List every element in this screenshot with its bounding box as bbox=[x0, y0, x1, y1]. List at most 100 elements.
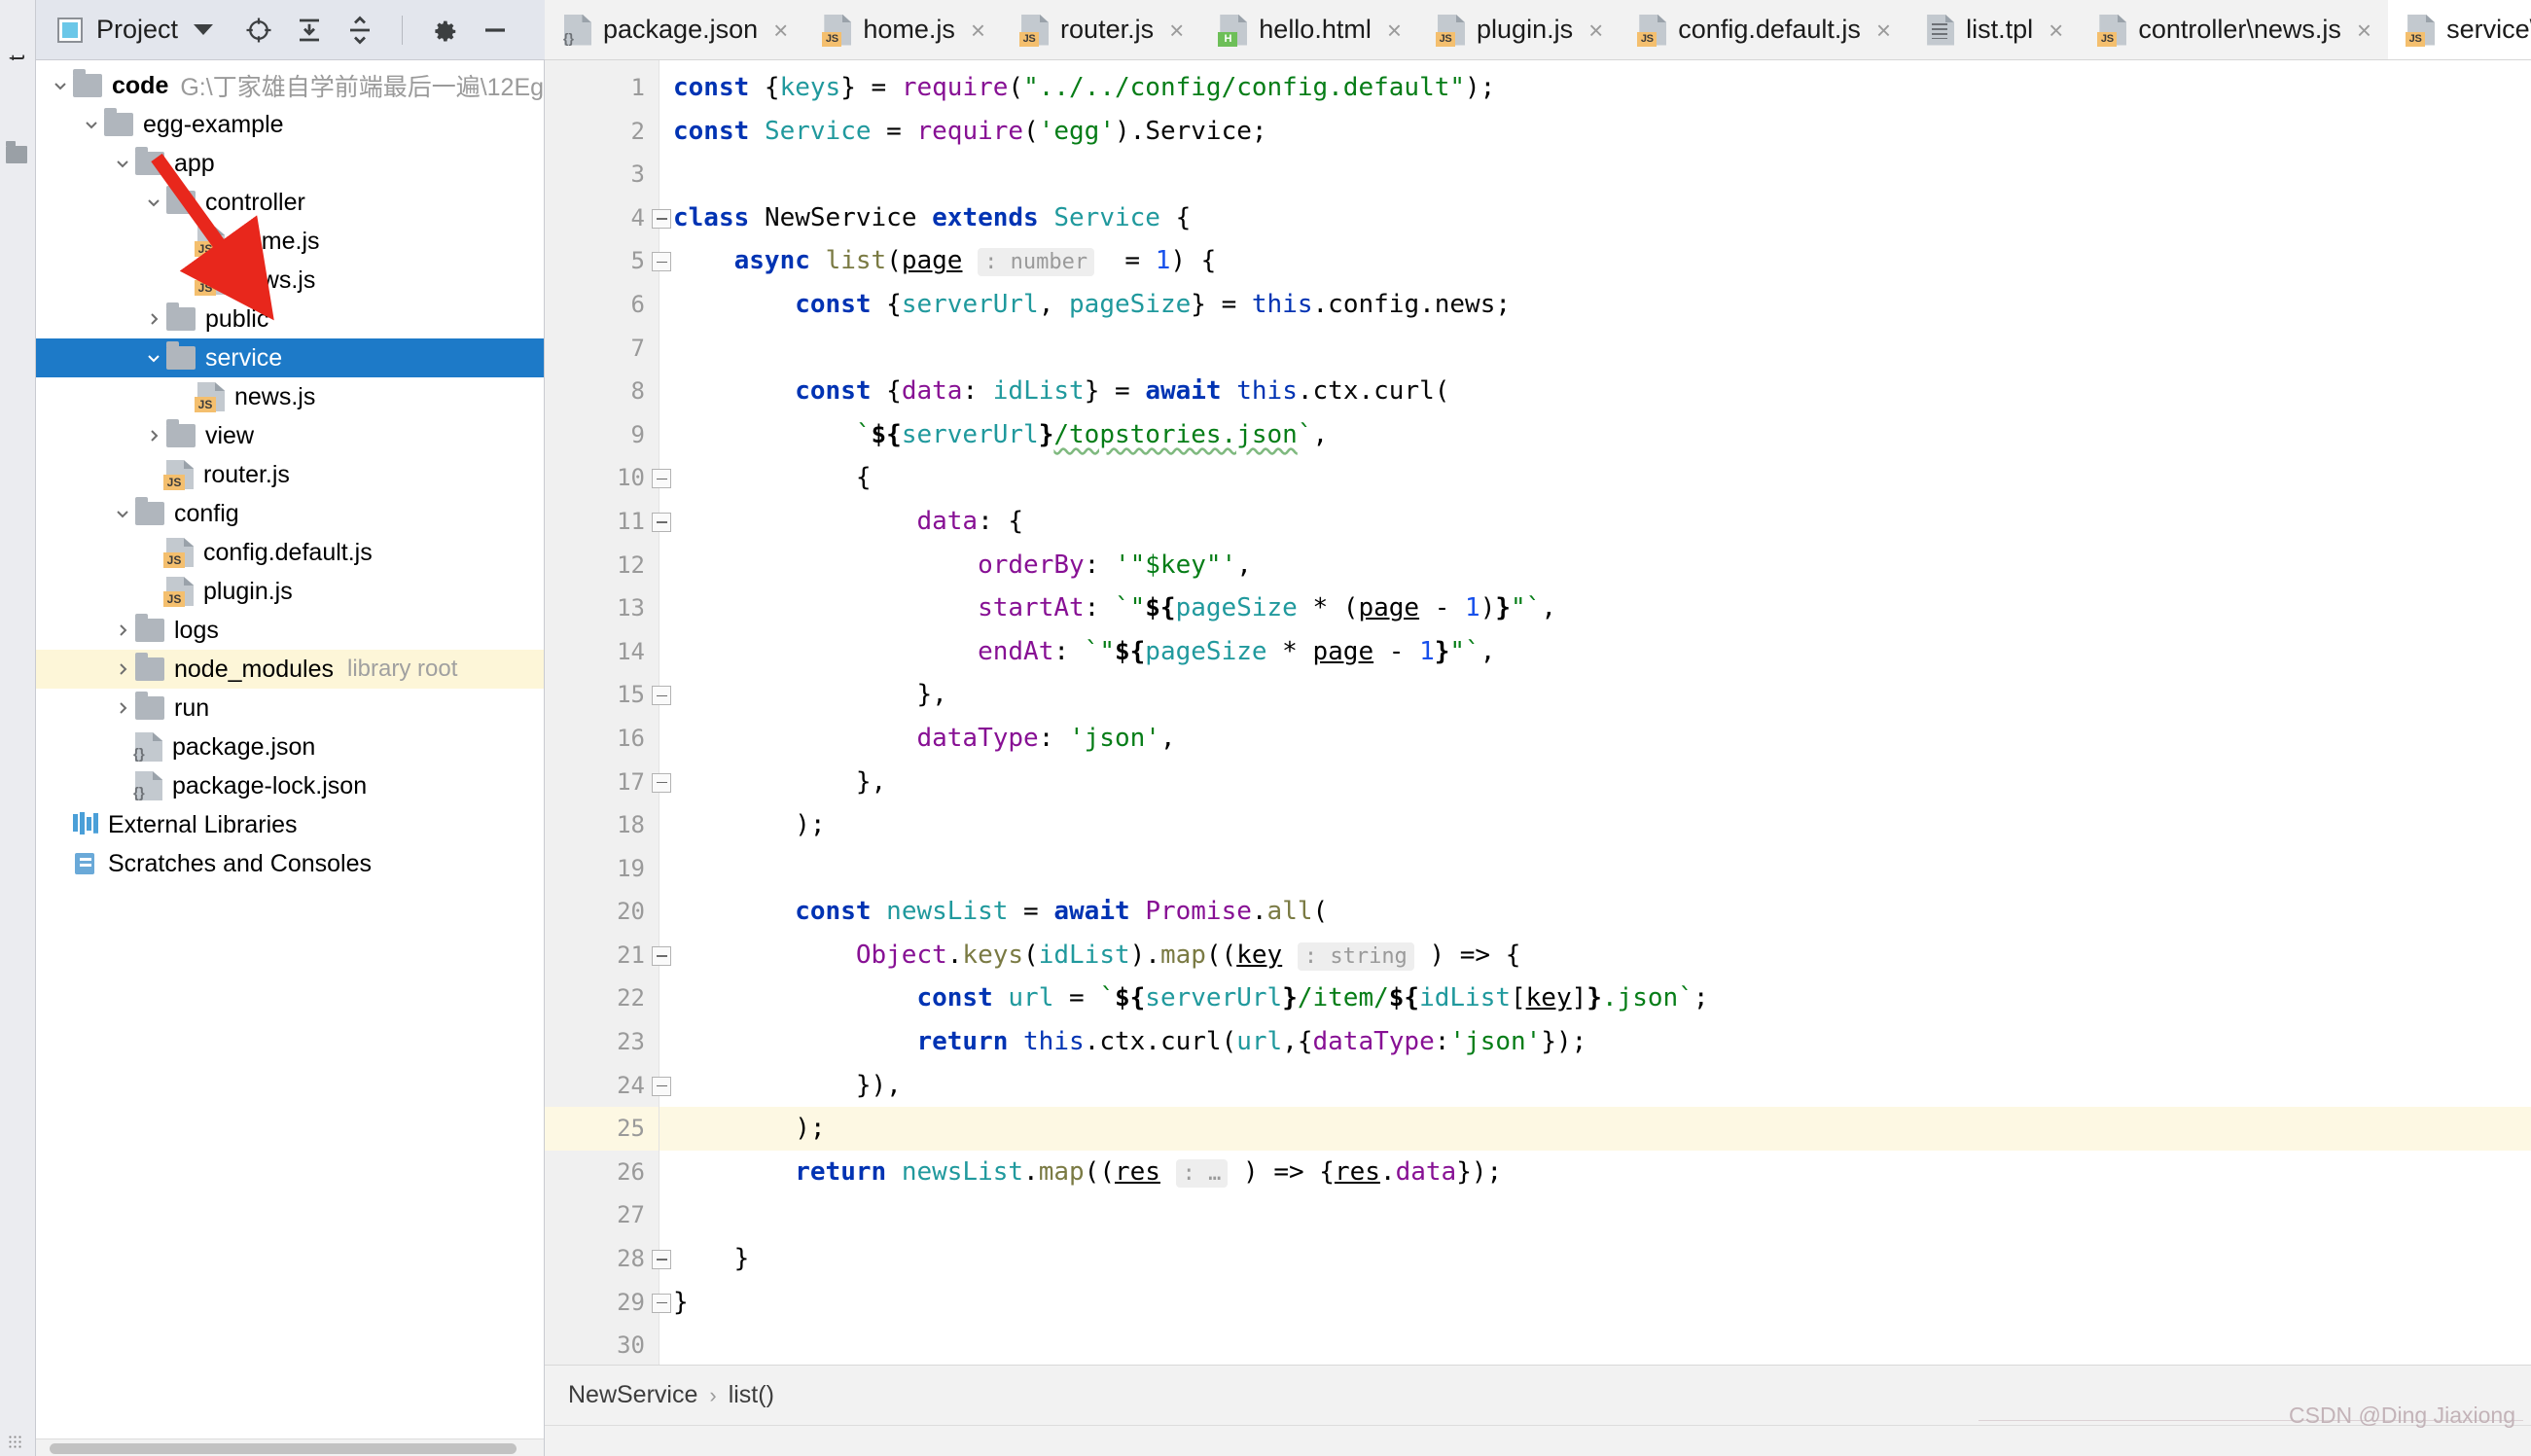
code-line[interactable]: ); bbox=[659, 803, 2531, 847]
tree-item-scratches-and-consoles[interactable]: Scratches and Consoles bbox=[36, 844, 544, 883]
tree-item-app[interactable]: app bbox=[36, 144, 544, 183]
code-line[interactable]: } bbox=[659, 1237, 2531, 1281]
tree-item-package-lock-json[interactable]: {} package-lock.json bbox=[36, 766, 544, 805]
close-icon[interactable]: × bbox=[2357, 18, 2371, 43]
tree-item-news-js[interactable]: JS news.js bbox=[36, 377, 544, 416]
tree-item-label: public bbox=[205, 304, 269, 333]
code-line[interactable]: async list(page : number = 1) { bbox=[659, 239, 2531, 283]
editor-tab[interactable]: JS plugin.js × bbox=[1418, 0, 1620, 59]
locate-icon[interactable] bbox=[244, 16, 273, 45]
code-line[interactable]: return newsList.map((res : … ) => {res.d… bbox=[659, 1151, 2531, 1194]
code-line[interactable]: data: { bbox=[659, 500, 2531, 544]
tree-horizontal-scrollbar[interactable] bbox=[36, 1438, 544, 1456]
tree-item-config-default-js[interactable]: JS config.default.js bbox=[36, 533, 544, 572]
code-line[interactable]: endAt: `"${pageSize * page - 1}"`, bbox=[659, 630, 2531, 674]
project-tree[interactable]: code G:\丁家雄自学前端最后一遍\12Egg egg-example app co… bbox=[36, 60, 545, 1456]
tree-item-label: node_modules bbox=[174, 655, 335, 683]
tree-item-code[interactable]: code G:\丁家雄自学前端最后一遍\12Egg bbox=[36, 66, 544, 105]
code-line[interactable]: const {serverUrl, pageSize} = this.confi… bbox=[659, 283, 2531, 327]
close-icon[interactable]: × bbox=[773, 18, 788, 43]
code-line[interactable] bbox=[659, 1193, 2531, 1237]
chevron-down-icon[interactable] bbox=[79, 115, 104, 134]
editor-tab[interactable]: JS controller\news.js × bbox=[2080, 0, 2388, 59]
tree-item-external-libraries[interactable]: External Libraries bbox=[36, 805, 544, 844]
code-line[interactable]: const {data: idList} = await this.ctx.cu… bbox=[659, 370, 2531, 413]
code-line[interactable]: const Service = require('egg').Service; bbox=[659, 110, 2531, 154]
collapse-all-icon[interactable] bbox=[345, 16, 374, 45]
minimize-icon[interactable] bbox=[481, 16, 510, 45]
tree-item-plugin-js[interactable]: JS plugin.js bbox=[36, 572, 544, 611]
chevron-down-icon[interactable] bbox=[110, 154, 135, 173]
editor-tab[interactable]: {} package.json × bbox=[545, 0, 804, 59]
main-row: Structure code G:\丁家雄自学前端最后一遍\12Egg egg-ex… bbox=[0, 60, 2531, 1456]
code-line[interactable] bbox=[659, 1324, 2531, 1365]
breadcrumb-method[interactable]: list() bbox=[729, 1381, 774, 1409]
close-icon[interactable]: × bbox=[1876, 18, 1891, 43]
chevron-right-icon[interactable] bbox=[141, 426, 166, 445]
code-line[interactable] bbox=[659, 153, 2531, 196]
code-line[interactable]: const {keys} = require("../../config/con… bbox=[659, 66, 2531, 110]
tree-item-public[interactable]: public bbox=[36, 300, 544, 338]
tree-item-run[interactable]: run bbox=[36, 689, 544, 728]
editor-tab[interactable]: JS router.js × bbox=[1002, 0, 1200, 59]
code-line[interactable]: const url = `${serverUrl}/item/${idList[… bbox=[659, 977, 2531, 1020]
code-line[interactable]: const newsList = await Promise.all( bbox=[659, 890, 2531, 934]
tree-item-node-modules[interactable]: node_modules library root bbox=[36, 650, 544, 689]
tool-window-button-structure[interactable]: Structure bbox=[0, 1338, 4, 1429]
code-line[interactable]: startAt: `"${pageSize * (page - 1)}"`, bbox=[659, 586, 2531, 630]
tree-item-controller[interactable]: controller bbox=[36, 183, 544, 222]
tree-item-logs[interactable]: logs bbox=[36, 611, 544, 650]
code-line[interactable]: { bbox=[659, 456, 2531, 500]
chevron-down-icon[interactable] bbox=[141, 348, 166, 368]
tree-item-package-json[interactable]: {} package.json bbox=[36, 728, 544, 766]
expand-all-icon[interactable] bbox=[295, 16, 324, 45]
chevron-down-icon[interactable] bbox=[141, 193, 166, 212]
tree-item-news-js[interactable]: JS news.js bbox=[36, 261, 544, 300]
close-icon[interactable]: × bbox=[1387, 18, 1402, 43]
editor-code-area[interactable]: 1 2 3 4 5 6 7 8 9 10 11 12 13 14 15 16 17 18 19 20 21 22 23 24 2… bbox=[545, 60, 2531, 1365]
line-number: 9 bbox=[630, 420, 645, 448]
tree-item-config[interactable]: config bbox=[36, 494, 544, 533]
gear-icon[interactable] bbox=[430, 16, 459, 45]
code-line[interactable]: }, bbox=[659, 761, 2531, 804]
editor-tab[interactable]: JS config.default.js × bbox=[1620, 0, 1907, 59]
line-number: 18 bbox=[617, 811, 645, 839]
code-line[interactable] bbox=[659, 327, 2531, 371]
code-line[interactable]: ); bbox=[659, 1107, 2531, 1151]
chevron-right-icon[interactable] bbox=[110, 698, 135, 718]
code-line[interactable]: return this.ctx.curl(url,{dataType:'json… bbox=[659, 1020, 2531, 1064]
chevron-down-icon[interactable] bbox=[194, 24, 214, 35]
code-line[interactable]: } bbox=[659, 1281, 2531, 1325]
chevron-right-icon[interactable] bbox=[141, 309, 166, 329]
close-icon[interactable]: × bbox=[1169, 18, 1184, 43]
code-line[interactable]: dataType: 'json', bbox=[659, 717, 2531, 761]
chevron-down-icon[interactable] bbox=[48, 76, 73, 95]
source-code[interactable]: const {keys} = require("../../config/con… bbox=[659, 60, 2531, 1365]
editor-tab[interactable]: list.tpl × bbox=[1907, 0, 2080, 59]
code-line[interactable]: orderBy: '"$key"', bbox=[659, 544, 2531, 587]
project-folder-icon[interactable] bbox=[6, 141, 27, 163]
code-line[interactable]: }), bbox=[659, 1064, 2531, 1108]
editor-tab[interactable]: JS home.js × bbox=[804, 0, 1002, 59]
tree-item-view[interactable]: view bbox=[36, 416, 544, 455]
tree-item-label: config.default.js bbox=[203, 538, 373, 566]
code-line[interactable]: }, bbox=[659, 673, 2531, 717]
chevron-right-icon[interactable] bbox=[110, 659, 135, 679]
breadcrumb-class[interactable]: NewService bbox=[568, 1381, 697, 1409]
close-icon[interactable]: × bbox=[1588, 18, 1603, 43]
code-line[interactable]: class NewService extends Service { bbox=[659, 196, 2531, 240]
close-icon[interactable]: × bbox=[2049, 18, 2063, 43]
editor-tab[interactable]: Hhello.html × bbox=[1200, 0, 1418, 59]
tree-item-egg-example[interactable]: egg-example bbox=[36, 105, 544, 144]
layout-grid-icon[interactable] bbox=[8, 1435, 23, 1450]
close-icon[interactable]: × bbox=[971, 18, 985, 43]
tree-item-home-js[interactable]: JS home.js bbox=[36, 222, 544, 261]
editor-tab[interactable]: JS service\news.js bbox=[2388, 0, 2531, 59]
chevron-down-icon[interactable] bbox=[110, 504, 135, 523]
tree-item-router-js[interactable]: JS router.js bbox=[36, 455, 544, 494]
chevron-right-icon[interactable] bbox=[110, 621, 135, 640]
tree-item-service[interactable]: service bbox=[36, 338, 544, 377]
code-line[interactable]: `${serverUrl}/topstories.json`, bbox=[659, 413, 2531, 457]
code-line[interactable] bbox=[659, 847, 2531, 891]
code-line[interactable]: Object.keys(idList).map((key : string ) … bbox=[659, 934, 2531, 977]
